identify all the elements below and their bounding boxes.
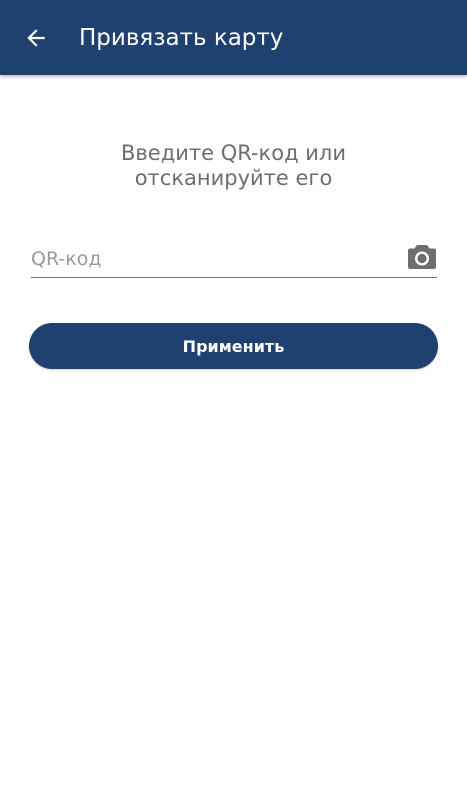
camera-icon [408,245,436,269]
instruction-line-2: отсканируйте его [134,166,333,190]
qr-code-field [31,240,437,278]
page-title: Привязать карту [79,25,284,51]
apply-button[interactable]: Применить [29,323,438,369]
back-button[interactable] [14,16,58,60]
scan-qr-button[interactable] [407,244,437,270]
arrow-left-icon [27,29,45,47]
instruction-text: Введите QR-код или отсканируйте его [0,141,467,191]
app-screen: Привязать карту Введите QR-код или отска… [0,0,467,800]
qr-code-input[interactable] [31,243,391,275]
app-bar: Привязать карту [0,0,467,75]
instruction-line-1: Введите QR-код или [121,141,346,165]
